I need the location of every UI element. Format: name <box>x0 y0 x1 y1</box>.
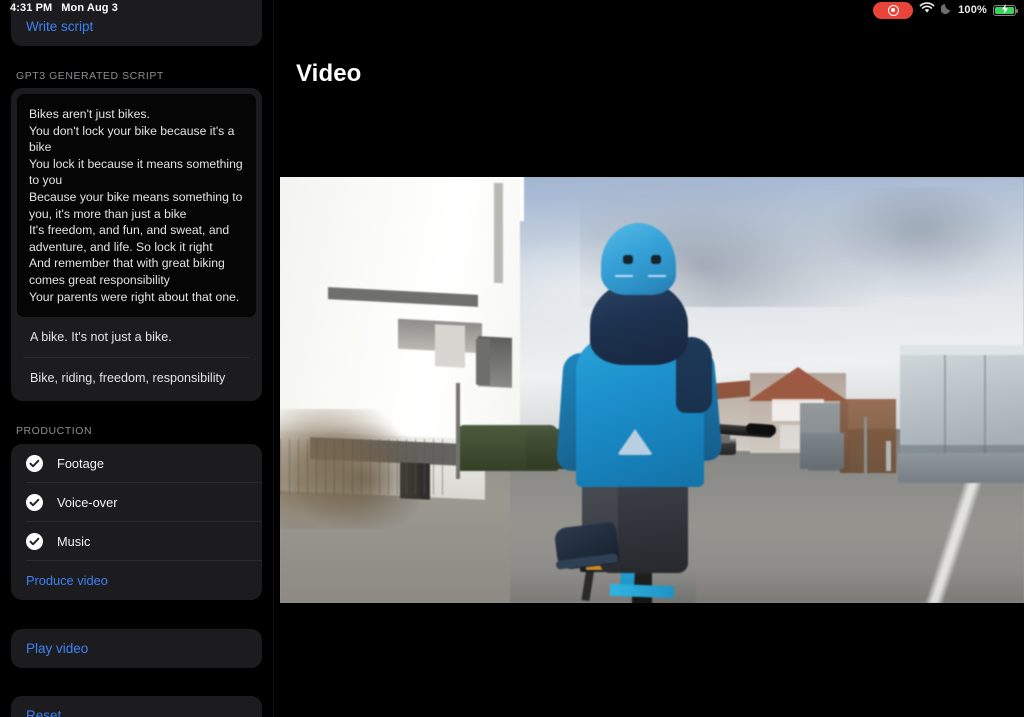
write-script-button[interactable]: Write script <box>11 7 262 46</box>
script-section-header: GPT3 GENERATED SCRIPT <box>16 70 164 82</box>
building-window <box>435 324 465 368</box>
bike-grip <box>745 422 777 437</box>
production-item-label: Music <box>57 534 91 549</box>
chimney <box>494 182 503 284</box>
main-panel: Video <box>274 0 1024 717</box>
script-tagline[interactable]: A bike. It's not just a bike. <box>23 317 250 358</box>
check-circle-icon <box>26 494 43 511</box>
write-script-label: Write script <box>26 19 94 34</box>
play-video-card: Play video <box>11 629 262 668</box>
app-screen: Write script GPT3 GENERATED SCRIPT Bikes… <box>0 0 1024 717</box>
garage-door <box>800 433 844 469</box>
check-circle-icon <box>26 455 43 472</box>
building-window <box>476 338 490 386</box>
play-video-label: Play video <box>26 641 89 656</box>
produce-video-label: Produce video <box>26 573 108 588</box>
play-video-button[interactable]: Play video <box>11 629 262 668</box>
helmet-stripe <box>615 275 633 277</box>
reset-button[interactable]: Reset <box>11 696 262 717</box>
video-preview[interactable] <box>280 177 1024 603</box>
script-keywords[interactable]: Bike, riding, freedom, responsibility <box>23 358 250 398</box>
reset-label: Reset <box>26 708 62 717</box>
road-marking <box>840 477 1024 603</box>
generated-script-card: Bikes aren't just bikes. You don't lock … <box>11 88 262 401</box>
script-text: Bikes aren't just bikes. You don't lock … <box>29 107 243 304</box>
production-item-voice-over[interactable]: Voice-over <box>11 483 262 522</box>
helmet-vent <box>623 255 633 264</box>
helmet-vent <box>651 255 661 264</box>
video-still-image <box>280 177 1024 603</box>
house-roof <box>748 367 848 401</box>
glass-band <box>900 445 1024 453</box>
helmet-stripe <box>648 275 666 277</box>
check-circle-icon <box>26 533 43 550</box>
production-card: Footage Voice-over Music Produce video <box>11 444 262 600</box>
produce-video-button[interactable]: Produce video <box>11 561 262 600</box>
page-title: Video <box>296 60 362 87</box>
script-textarea[interactable]: Bikes aren't just bikes. You don't lock … <box>17 94 256 317</box>
production-item-label: Voice-over <box>57 495 118 510</box>
glass-building-base <box>898 453 1024 483</box>
production-item-footage[interactable]: Footage <box>11 444 262 483</box>
reset-card: Reset <box>11 696 262 717</box>
production-item-label: Footage <box>57 456 104 471</box>
bollard <box>886 441 891 471</box>
street-pole <box>456 383 460 479</box>
production-item-music[interactable]: Music <box>11 522 262 561</box>
production-section-header: PRODUCTION <box>16 425 93 437</box>
write-script-card: Write script <box>11 0 262 46</box>
bike-frame <box>609 583 675 599</box>
street-pole <box>864 417 867 473</box>
sidebar: Write script GPT3 GENERATED SCRIPT Bikes… <box>0 0 273 717</box>
fence <box>280 439 450 495</box>
cloud <box>800 187 1024 297</box>
